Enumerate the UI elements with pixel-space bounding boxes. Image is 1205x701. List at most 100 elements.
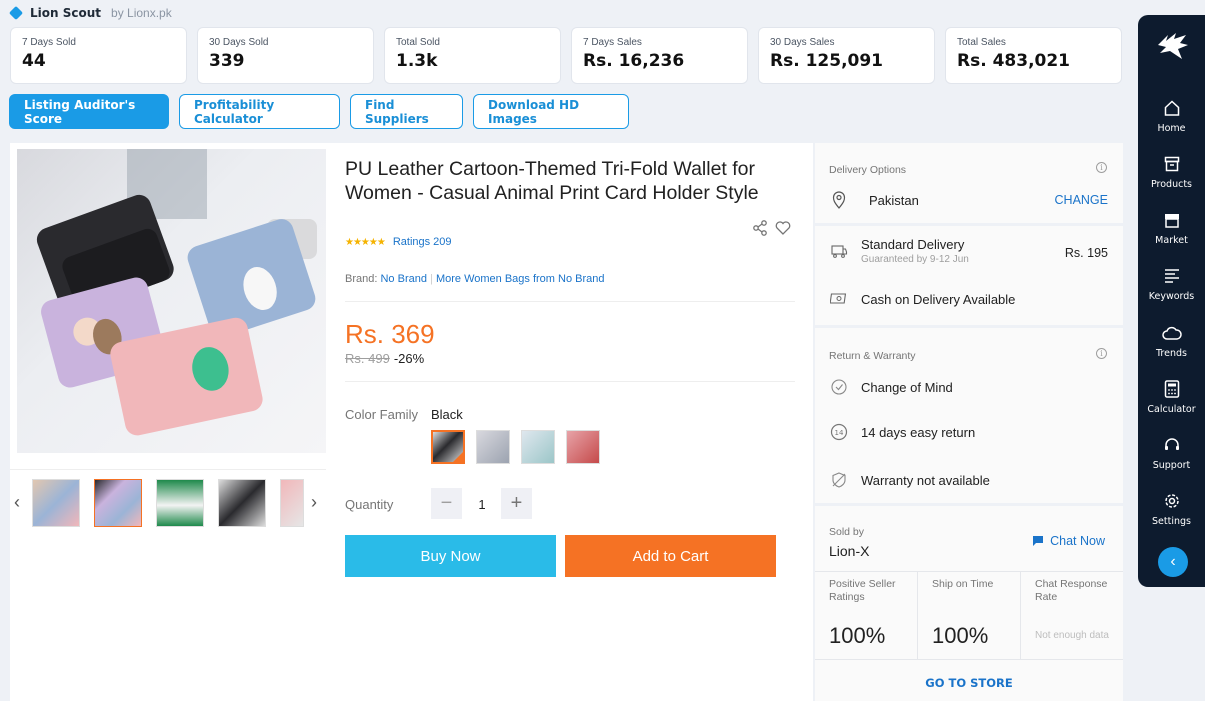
chat-now-button[interactable]: Chat Now (1032, 534, 1105, 548)
nav-market[interactable]: Market (1138, 209, 1205, 246)
stats-row: 7 Days Sold 44 30 Days Sold 339 Total Sold… (10, 27, 1122, 84)
headset-icon (1138, 434, 1205, 456)
cloud-icon (1138, 322, 1205, 344)
swatch-black[interactable] (431, 430, 465, 464)
nav-settings[interactable]: Settings (1138, 490, 1205, 527)
sold-by-label: Sold by (829, 526, 865, 538)
thumbnail[interactable] (156, 479, 204, 527)
download-hd-images-button[interactable]: Download HD Images (473, 94, 629, 129)
stat-value: 44 (22, 51, 46, 71)
nav-label: Trends (1156, 348, 1187, 359)
keywords-icon (1138, 265, 1205, 287)
nav-products[interactable]: Products (1138, 153, 1205, 190)
nav-calculator[interactable]: Calculator (1138, 378, 1205, 415)
chevron-left-icon: ‹ (1170, 553, 1176, 570)
stat-card: Total Sales Rs. 483,021 (945, 27, 1122, 84)
product-main-image[interactable] (17, 149, 326, 453)
divider (345, 381, 795, 382)
profitability-calculator-button[interactable]: Profitability Calculator (179, 94, 340, 129)
swatch[interactable] (476, 430, 510, 464)
metric-label: Chat Response Rate (1035, 578, 1108, 603)
brand-link[interactable]: No Brand (380, 273, 426, 285)
add-to-cart-button[interactable]: Add to Cart (565, 535, 776, 577)
divider (815, 325, 1123, 328)
stat-value: Rs. 125,091 (770, 51, 884, 71)
brand-line: Brand: No Brand | More Women Bags from N… (345, 273, 605, 285)
change-location-link[interactable]: CHANGE (1055, 193, 1108, 207)
rating-row: ★★★★★ Ratings 209 (345, 236, 452, 248)
ratings-link[interactable]: Ratings 209 (393, 236, 452, 248)
return-14-days-icon: 14 (829, 422, 849, 442)
seller-name[interactable]: Lion-X (829, 543, 869, 559)
metric-value: 100% (829, 623, 886, 648)
swatch[interactable] (521, 430, 555, 464)
no-warranty-icon (829, 470, 849, 490)
chevron-right-icon[interactable]: › (311, 492, 317, 513)
svg-text:14: 14 (835, 429, 844, 437)
chevron-left-icon[interactable]: ‹ (14, 492, 20, 513)
delivery-options-header: Delivery Options (829, 164, 907, 176)
standard-delivery-label: Standard Delivery (861, 237, 965, 252)
go-to-store-link[interactable]: GO TO STORE (815, 676, 1123, 690)
app-brand: Lion Scout by Lionx.pk (8, 5, 172, 21)
metric-value: Not enough data (1035, 630, 1109, 641)
buy-now-button[interactable]: Buy Now (345, 535, 556, 577)
color-family-value: Black (431, 407, 463, 422)
delivery-panel: Delivery Options i Pakistan CHANGE Stand… (815, 143, 1123, 701)
action-bar: Listing Auditor's Score Profitability Ca… (9, 94, 629, 129)
nav-label: Calculator (1147, 404, 1196, 415)
listing-auditor-button[interactable]: Listing Auditor's Score (9, 94, 169, 129)
nav-home[interactable]: Home (1138, 97, 1205, 134)
nav-label: Settings (1152, 516, 1191, 527)
star-rating-icon: ★★★★★ (345, 236, 386, 248)
cod-row: Cash on Delivery Available (829, 289, 1015, 309)
product-title: PU Leather Cartoon-Themed Tri-Fold Walle… (345, 158, 759, 204)
nav-label: Products (1150, 179, 1193, 190)
change-of-mind-icon (829, 377, 849, 397)
stat-value: 339 (209, 51, 245, 71)
heart-icon[interactable] (774, 219, 792, 242)
price: Rs. 369 (345, 319, 435, 349)
metric-label: Ship on Time (932, 578, 994, 590)
stat-card: 30 Days Sold 339 (197, 27, 374, 84)
brand-logo-icon (8, 5, 24, 21)
nav-trends[interactable]: Trends (1138, 322, 1205, 359)
info-icon[interactable]: i (1096, 348, 1107, 359)
thumbnail[interactable] (32, 479, 80, 527)
home-icon (1138, 97, 1205, 119)
nav-label: Keywords (1148, 291, 1195, 302)
quantity-value[interactable]: 1 (472, 497, 492, 512)
metric-value: 100% (932, 623, 989, 648)
original-price: Rs. 499 (345, 351, 390, 366)
right-sidebar-nav: Home Products Market Keywords Trends Cal… (1138, 15, 1205, 587)
chat-icon (1033, 536, 1044, 546)
quantity-increase-button[interactable]: + (501, 488, 532, 519)
share-icon[interactable] (751, 219, 769, 242)
brand-label: Brand: (345, 273, 378, 285)
lion-logo-icon (1156, 31, 1190, 68)
find-suppliers-button[interactable]: Find Suppliers (350, 94, 463, 129)
quantity-decrease-button[interactable]: − (431, 488, 462, 519)
more-from-brand-link[interactable]: More Women Bags from No Brand (436, 273, 605, 285)
delivery-price: Rs. 195 (1064, 246, 1108, 260)
info-icon[interactable]: i (1096, 162, 1107, 173)
old-price-row: Rs. 499 -26% (345, 351, 424, 366)
stat-label: Total Sales (957, 37, 1006, 48)
nav-label: Market (1155, 235, 1188, 246)
color-family-label: Color Family (345, 407, 418, 422)
thumbnail[interactable] (280, 479, 304, 527)
stat-card: Total Sold 1.3k (384, 27, 561, 84)
seller-section: Sold by Lion-X Chat Now Positive Seller … (815, 516, 1123, 701)
calculator-icon (1138, 378, 1205, 400)
stat-label: Total Sold (396, 37, 440, 48)
thumbnail[interactable] (94, 479, 142, 527)
stat-value: 1.3k (396, 51, 438, 71)
thumbnail[interactable] (218, 479, 266, 527)
nav-keywords[interactable]: Keywords (1138, 265, 1205, 302)
swatch[interactable] (566, 430, 600, 464)
collapse-sidebar-button[interactable]: ‹ (1158, 547, 1188, 577)
nav-support[interactable]: Support (1138, 434, 1205, 471)
change-of-mind-text: Change of Mind (861, 379, 953, 395)
divider (345, 301, 795, 302)
chat-now-label: Chat Now (1050, 534, 1105, 548)
